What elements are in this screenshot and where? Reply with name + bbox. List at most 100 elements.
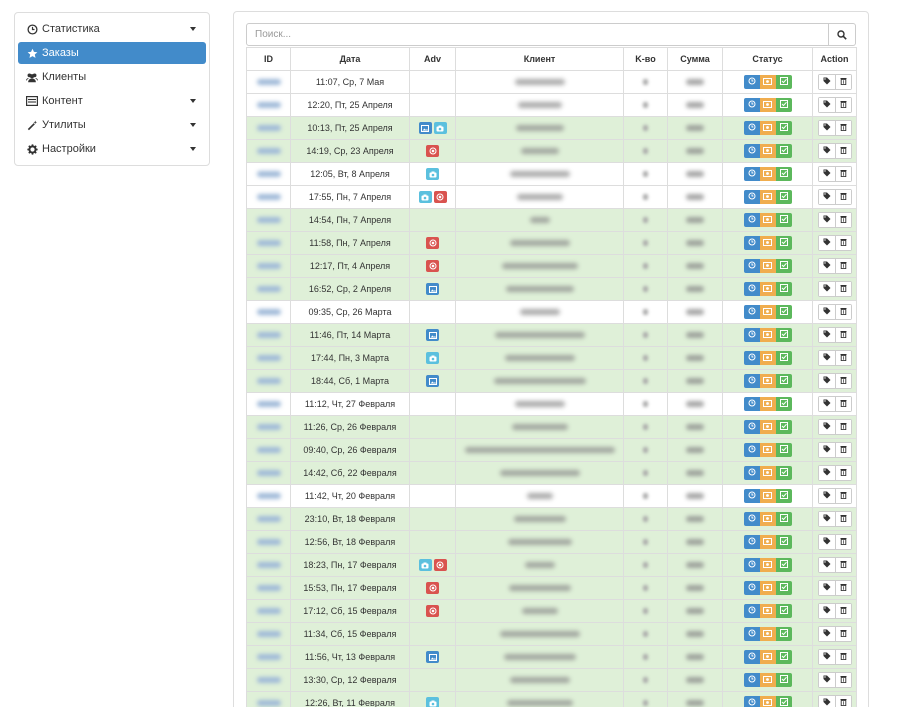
order-id-cell[interactable] xyxy=(246,691,291,707)
status-pending-button[interactable] xyxy=(743,98,760,112)
tag-button[interactable] xyxy=(818,535,835,549)
tag-button[interactable] xyxy=(818,190,835,204)
client-cell[interactable] xyxy=(455,622,624,646)
status-done-button[interactable] xyxy=(775,167,792,181)
tag-button[interactable] xyxy=(818,236,835,250)
tag-button[interactable] xyxy=(818,305,835,319)
tag-button[interactable] xyxy=(818,512,835,526)
delete-button[interactable] xyxy=(834,167,851,181)
status-done-button[interactable] xyxy=(775,75,792,89)
status-pending-button[interactable] xyxy=(743,374,760,388)
status-done-button[interactable] xyxy=(775,535,792,549)
table-row[interactable]: 11:56, Чт, 13 Февраля xyxy=(246,645,857,669)
order-id-cell[interactable] xyxy=(246,231,291,255)
status-paid-button[interactable] xyxy=(759,397,776,411)
client-cell[interactable] xyxy=(455,530,624,554)
table-row[interactable]: 13:30, Ср, 12 Февраля xyxy=(246,668,857,692)
status-done-button[interactable] xyxy=(775,558,792,572)
status-paid-button[interactable] xyxy=(759,282,776,296)
status-pending-button[interactable] xyxy=(743,328,760,342)
status-paid-button[interactable] xyxy=(759,466,776,480)
client-cell[interactable] xyxy=(455,369,624,393)
status-pending-button[interactable] xyxy=(743,144,760,158)
status-paid-button[interactable] xyxy=(759,443,776,457)
sidebar-item-2[interactable]: Клиенты xyxy=(18,66,206,88)
tag-button[interactable] xyxy=(818,627,835,641)
client-cell[interactable] xyxy=(455,553,624,577)
delete-button[interactable] xyxy=(834,98,851,112)
order-id-cell[interactable] xyxy=(246,254,291,278)
client-cell[interactable] xyxy=(455,461,624,485)
delete-button[interactable] xyxy=(834,190,851,204)
status-done-button[interactable] xyxy=(775,374,792,388)
delete-button[interactable] xyxy=(834,351,851,365)
status-paid-button[interactable] xyxy=(759,121,776,135)
column-header-adv[interactable]: Adv xyxy=(409,47,456,71)
table-row[interactable]: 11:46, Пт, 14 Марта xyxy=(246,323,857,347)
order-id-cell[interactable] xyxy=(246,300,291,324)
status-done-button[interactable] xyxy=(775,351,792,365)
status-pending-button[interactable] xyxy=(743,420,760,434)
status-pending-button[interactable] xyxy=(743,466,760,480)
status-paid-button[interactable] xyxy=(759,604,776,618)
status-done-button[interactable] xyxy=(775,443,792,457)
table-row[interactable]: 14:42, Сб, 22 Февраля xyxy=(246,461,857,485)
tag-button[interactable] xyxy=(818,75,835,89)
status-pending-button[interactable] xyxy=(743,489,760,503)
client-cell[interactable] xyxy=(455,576,624,600)
status-paid-button[interactable] xyxy=(759,512,776,526)
tag-button[interactable] xyxy=(818,696,835,707)
client-cell[interactable] xyxy=(455,162,624,186)
status-done-button[interactable] xyxy=(775,98,792,112)
order-id-cell[interactable] xyxy=(246,70,291,94)
client-cell[interactable] xyxy=(455,300,624,324)
table-row[interactable]: 23:10, Вт, 18 Февраля xyxy=(246,507,857,531)
client-cell[interactable] xyxy=(455,185,624,209)
tag-button[interactable] xyxy=(818,98,835,112)
table-row[interactable]: 12:56, Вт, 18 Февраля xyxy=(246,530,857,554)
column-header-quantity[interactable]: K-во xyxy=(623,47,668,71)
table-row[interactable]: 12:20, Пт, 25 Апреля xyxy=(246,93,857,117)
status-done-button[interactable] xyxy=(775,627,792,641)
status-pending-button[interactable] xyxy=(743,627,760,641)
status-pending-button[interactable] xyxy=(743,581,760,595)
client-cell[interactable] xyxy=(455,208,624,232)
status-pending-button[interactable] xyxy=(743,121,760,135)
client-cell[interactable] xyxy=(455,438,624,462)
client-cell[interactable] xyxy=(455,139,624,163)
delete-button[interactable] xyxy=(834,466,851,480)
status-pending-button[interactable] xyxy=(743,351,760,365)
tag-button[interactable] xyxy=(818,443,835,457)
client-cell[interactable] xyxy=(455,70,624,94)
table-row[interactable]: 18:44, Сб, 1 Марта xyxy=(246,369,857,393)
tag-button[interactable] xyxy=(818,121,835,135)
delete-button[interactable] xyxy=(834,259,851,273)
order-id-cell[interactable] xyxy=(246,93,291,117)
client-cell[interactable] xyxy=(455,346,624,370)
order-id-cell[interactable] xyxy=(246,162,291,186)
status-pending-button[interactable] xyxy=(743,558,760,572)
status-paid-button[interactable] xyxy=(759,236,776,250)
table-row[interactable]: 09:35, Ср, 26 Марта xyxy=(246,300,857,324)
table-row[interactable]: 15:53, Пн, 17 Февраля xyxy=(246,576,857,600)
status-pending-button[interactable] xyxy=(743,397,760,411)
column-header-sum[interactable]: Сумма xyxy=(667,47,723,71)
client-cell[interactable] xyxy=(455,392,624,416)
status-done-button[interactable] xyxy=(775,144,792,158)
status-paid-button[interactable] xyxy=(759,213,776,227)
status-paid-button[interactable] xyxy=(759,489,776,503)
delete-button[interactable] xyxy=(834,650,851,664)
client-cell[interactable] xyxy=(455,645,624,669)
status-pending-button[interactable] xyxy=(743,236,760,250)
tag-button[interactable] xyxy=(818,351,835,365)
status-pending-button[interactable] xyxy=(743,305,760,319)
status-done-button[interactable] xyxy=(775,397,792,411)
table-row[interactable]: 12:05, Вт, 8 Апреля xyxy=(246,162,857,186)
status-paid-button[interactable] xyxy=(759,351,776,365)
column-header-action[interactable]: Action xyxy=(812,47,857,71)
status-done-button[interactable] xyxy=(775,673,792,687)
table-row[interactable]: 11:58, Пн, 7 Апреля xyxy=(246,231,857,255)
table-row[interactable]: 11:42, Чт, 20 Февраля xyxy=(246,484,857,508)
status-done-button[interactable] xyxy=(775,512,792,526)
status-paid-button[interactable] xyxy=(759,75,776,89)
